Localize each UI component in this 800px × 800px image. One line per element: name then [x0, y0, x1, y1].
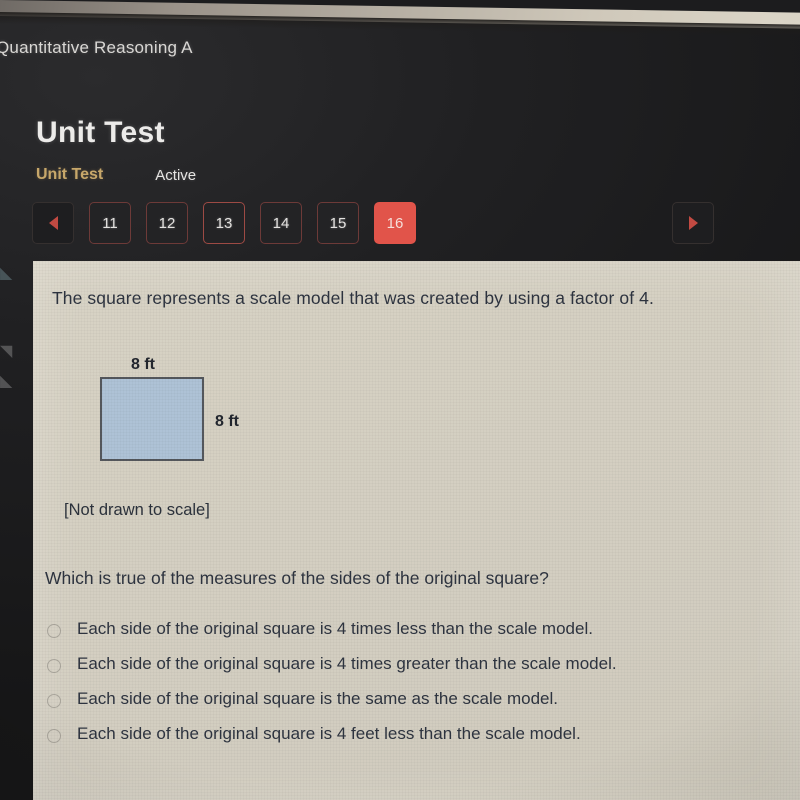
pagination-next-button[interactable]	[672, 202, 714, 244]
figure-right-label: 8 ft	[215, 413, 239, 430]
answer-choice-1[interactable]: Each side of the original square is 4 ti…	[47, 619, 787, 654]
figure-top-label: 8 ft	[131, 356, 155, 373]
pagination-page-15[interactable]: 15	[317, 202, 359, 244]
page-title: Unit Test	[36, 116, 165, 149]
app-chrome: Quantitative Reasoning A Unit Test Unit …	[0, 14, 800, 800]
triangle-right-icon	[688, 216, 698, 230]
not-drawn-to-scale-note: [Not drawn to scale]	[64, 501, 210, 519]
answer-choice-2[interactable]: Each side of the original square is 4 ti…	[47, 654, 787, 689]
radio-button-icon[interactable]	[47, 624, 61, 638]
answer-choice-list: Each side of the original square is 4 ti…	[47, 619, 787, 759]
pagination-next-group	[672, 200, 714, 246]
pagination-page-11[interactable]: 11	[89, 202, 131, 244]
side-gutter-glyph-3: ◣	[0, 373, 13, 390]
answer-choice-1-label: Each side of the original square is 4 ti…	[77, 619, 593, 638]
pagination-page-12[interactable]: 12	[146, 202, 188, 244]
radio-button-icon[interactable]	[47, 729, 61, 743]
answer-choice-3[interactable]: Each side of the original square is the …	[47, 689, 787, 724]
triangle-left-icon	[48, 216, 58, 230]
answer-choice-4-label: Each side of the original square is 4 fe…	[77, 724, 581, 743]
course-title: Quantitative Reasoning A	[0, 38, 193, 57]
tab-bar: Unit Test Active	[36, 164, 196, 186]
pagination: 11 12 13 14 15 16	[32, 200, 431, 246]
answer-choice-2-label: Each side of the original square is 4 ti…	[77, 654, 617, 673]
tab-status-active: Active	[155, 166, 197, 184]
answer-choice-4[interactable]: Each side of the original square is 4 fe…	[47, 724, 787, 759]
question-prompt: Which is true of the measures of the sid…	[45, 568, 549, 588]
pagination-prev-button[interactable]	[32, 202, 74, 244]
radio-button-icon[interactable]	[47, 659, 61, 673]
answer-choice-3-label: Each side of the original square is the …	[77, 689, 558, 708]
pagination-page-14[interactable]: 14	[260, 202, 302, 244]
side-gutter-glyph-2: ◥	[0, 343, 13, 360]
figure-square	[100, 377, 204, 461]
radio-button-icon[interactable]	[47, 694, 61, 708]
pagination-page-16-current[interactable]: 16	[374, 202, 416, 244]
side-gutter-glyph-1: ◣	[0, 265, 13, 282]
question-sheet: The square represents a scale model that…	[33, 261, 800, 800]
pagination-page-13[interactable]: 13	[203, 202, 245, 244]
question-stem: The square represents a scale model that…	[52, 288, 654, 308]
screenshot-root: Quantitative Reasoning A Unit Test Unit …	[0, 0, 800, 800]
tab-unit-test[interactable]: Unit Test	[36, 166, 103, 184]
